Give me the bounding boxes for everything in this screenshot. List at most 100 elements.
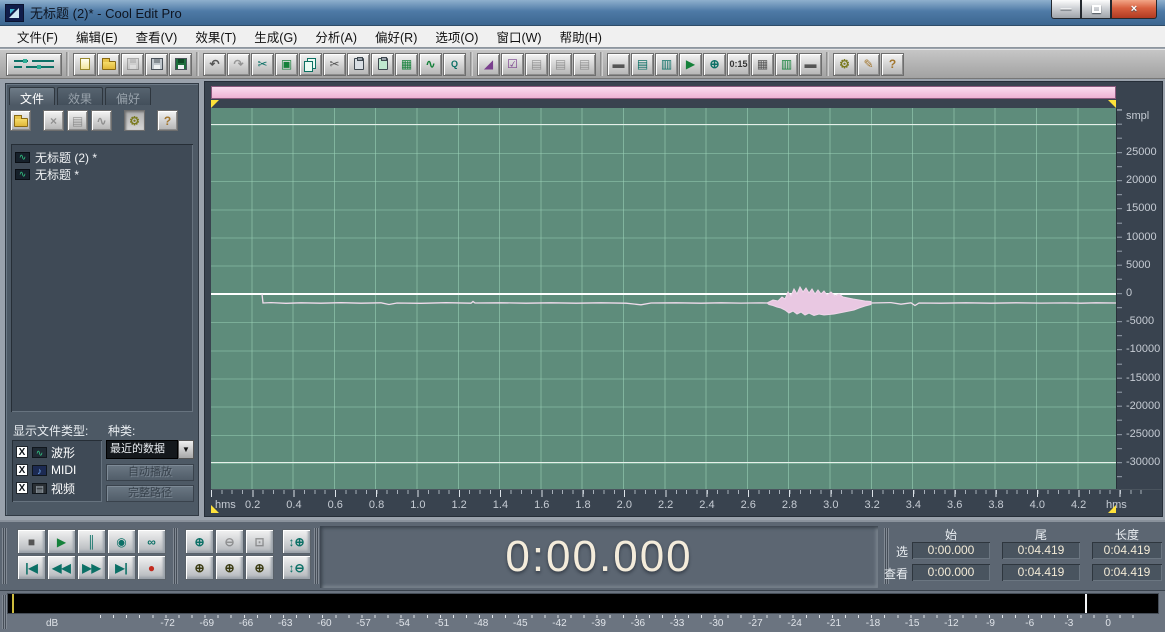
cut-icon[interactable]: ✂ [323, 52, 346, 76]
scrub-icon[interactable]: Q [443, 52, 466, 76]
tab-preferences[interactable]: 偏好 [105, 87, 152, 106]
redo-icon[interactable]: ↷ [227, 52, 250, 76]
settings-dialog-icon[interactable]: ☑ [501, 52, 524, 76]
level-meter-bar[interactable] [8, 594, 1158, 613]
cue-sheet-icon[interactable]: ▦ [751, 52, 774, 76]
title-bar[interactable]: 无标题 (2)* - Cool Edit Pro — × [0, 0, 1165, 26]
selection-start-value[interactable]: 0:00.000 [912, 542, 990, 559]
panel-grip[interactable] [2, 595, 7, 629]
minimize-button[interactable]: — [1051, 0, 1081, 19]
go-to-end-button[interactable]: ▶| [107, 555, 136, 580]
stop-button[interactable]: ■ [17, 529, 46, 554]
record-button[interactable]: ● [137, 555, 166, 580]
settings-icon[interactable]: ⚙ [833, 52, 856, 76]
options-icon[interactable]: ⚙ [124, 110, 145, 131]
trim-icon[interactable]: ▣ [275, 52, 298, 76]
loop-button[interactable]: ∞ [137, 529, 166, 554]
cue-range-3-icon[interactable]: ▤ [573, 52, 596, 76]
file-type-checkbox[interactable]: X [16, 446, 28, 458]
menu-item[interactable]: 窗口(W) [487, 25, 550, 48]
zoom-full-button[interactable]: ⊡ [245, 529, 274, 554]
menu-item[interactable]: 选项(O) [426, 25, 487, 48]
selection-marker-bottom-right[interactable] [1108, 505, 1116, 513]
save-copy-icon[interactable] [169, 52, 192, 76]
cue-list-window-icon[interactable]: ▥ [655, 52, 678, 76]
help-icon[interactable]: ? [157, 110, 178, 131]
timeline-ruler[interactable]: hms 0.2 0.4 0.6 0.8 1.0 1.2 1.4 1.6 1.8 2.0 2.2 2.4… [211, 489, 1162, 513]
zoom-out-button[interactable]: ⊖ [215, 529, 244, 554]
menu-item[interactable]: 文件(F) [8, 25, 67, 48]
selection-marker-top-left[interactable] [211, 100, 219, 108]
pause-button[interactable]: ║ [77, 529, 106, 554]
selection-length-value[interactable]: 0:04.419 [1092, 542, 1162, 559]
amplitude-scale[interactable]: smpl 25000 20000 15000 10000 5000 0 -500… [1116, 108, 1162, 489]
import-file-icon[interactable]: ▤ [67, 110, 88, 131]
waveform-area[interactable] [211, 108, 1116, 489]
play-looped-button[interactable]: ◉ [107, 529, 136, 554]
menu-item[interactable]: 查看(V) [127, 25, 187, 48]
scripts-icon[interactable]: ✎ [857, 52, 880, 76]
cue-range-1-icon[interactable]: ▤ [525, 52, 548, 76]
envelope-tool-icon[interactable]: ◢ [477, 52, 500, 76]
file-list-item[interactable]: ∿ 无标题 * [15, 166, 189, 183]
zoom-in-button[interactable]: ⊕ [185, 529, 214, 554]
save-as-icon[interactable] [145, 52, 168, 76]
organizer-window-icon[interactable]: ▥ [775, 52, 798, 76]
panel-grip[interactable] [173, 528, 178, 584]
help-icon[interactable]: ? [881, 52, 904, 76]
tab-files[interactable]: 文件 [9, 87, 56, 106]
full-path-button[interactable]: 完整路径 [106, 485, 194, 502]
open-file-icon[interactable] [97, 52, 120, 76]
time-window-icon[interactable]: 0:15 [727, 52, 750, 76]
level-meter-window-icon[interactable]: ▬ [799, 52, 822, 76]
file-list-item[interactable]: ∿ 无标题 (2) * [15, 149, 189, 166]
paste-new-icon[interactable] [371, 52, 394, 76]
rewind-button[interactable]: ◀◀ [47, 555, 76, 580]
vertical-zoom-out-button[interactable]: ↕⊖ [282, 555, 311, 580]
file-type-checkbox[interactable]: X [16, 464, 28, 476]
sort-kind-dropdown[interactable]: 最近的数据 ▼ [106, 440, 194, 459]
menu-item[interactable]: 帮助(H) [551, 25, 611, 48]
maximize-button[interactable] [1081, 0, 1111, 19]
convert-sample-type-icon[interactable]: ▦ [395, 52, 418, 76]
multitrack-view-toggle-icon[interactable] [6, 52, 62, 76]
view-end-value[interactable]: 0:04.419 [1002, 564, 1080, 581]
fast-forward-button[interactable]: ▶▶ [77, 555, 106, 580]
view-length-value[interactable]: 0:04.419 [1092, 564, 1162, 581]
menu-item[interactable]: 偏好(R) [366, 25, 426, 48]
tab-effects[interactable]: 效果 [57, 87, 104, 106]
panel-grip[interactable] [2, 528, 7, 584]
menu-item[interactable]: 编辑(E) [67, 25, 127, 48]
view-start-value[interactable]: 0:00.000 [912, 564, 990, 581]
undo-icon[interactable]: ↶ [203, 52, 226, 76]
autoplay-button[interactable]: 自动播放 [106, 464, 194, 481]
zoom-window-icon[interactable]: ⊕ [703, 52, 726, 76]
play-button[interactable]: ▶ [47, 529, 76, 554]
copy-icon[interactable] [299, 52, 322, 76]
new-file-icon[interactable] [73, 52, 96, 76]
zoom-selection-right-button[interactable]: ⊕ [245, 555, 274, 580]
open-file-icon[interactable] [10, 110, 31, 131]
file-type-checkbox[interactable]: X [16, 482, 28, 494]
file-list[interactable]: ∿ 无标题 (2) * ∿ 无标题 * [11, 144, 193, 412]
play-list-window-icon[interactable]: ▶ [679, 52, 702, 76]
go-to-start-button[interactable]: |◀ [17, 555, 46, 580]
window-icon[interactable]: ▬ [607, 52, 630, 76]
selection-marker-top-right[interactable] [1108, 100, 1116, 108]
close-button[interactable]: × [1111, 0, 1157, 19]
close-file-icon[interactable]: × [43, 110, 64, 131]
overview-bar[interactable] [211, 86, 1116, 99]
panel-grip[interactable] [314, 528, 319, 584]
save-file-icon[interactable] [121, 52, 144, 76]
chevron-down-icon[interactable]: ▼ [178, 440, 194, 459]
vertical-zoom-in-button[interactable]: ↕⊕ [282, 529, 311, 554]
paste-icon[interactable] [347, 52, 370, 76]
zoom-selection-button[interactable]: ⊕ [185, 555, 214, 580]
cue-range-2-icon[interactable]: ▤ [549, 52, 572, 76]
selection-marker-bottom-left[interactable] [211, 505, 219, 513]
file-info-window-icon[interactable]: ▤ [631, 52, 654, 76]
insert-multitrack-icon[interactable]: ∿ [419, 52, 442, 76]
zoom-selection-left-button[interactable]: ⊕ [215, 555, 244, 580]
menu-item[interactable]: 分析(A) [306, 25, 366, 48]
insert-to-multitrack-icon[interactable]: ∿ [91, 110, 112, 131]
